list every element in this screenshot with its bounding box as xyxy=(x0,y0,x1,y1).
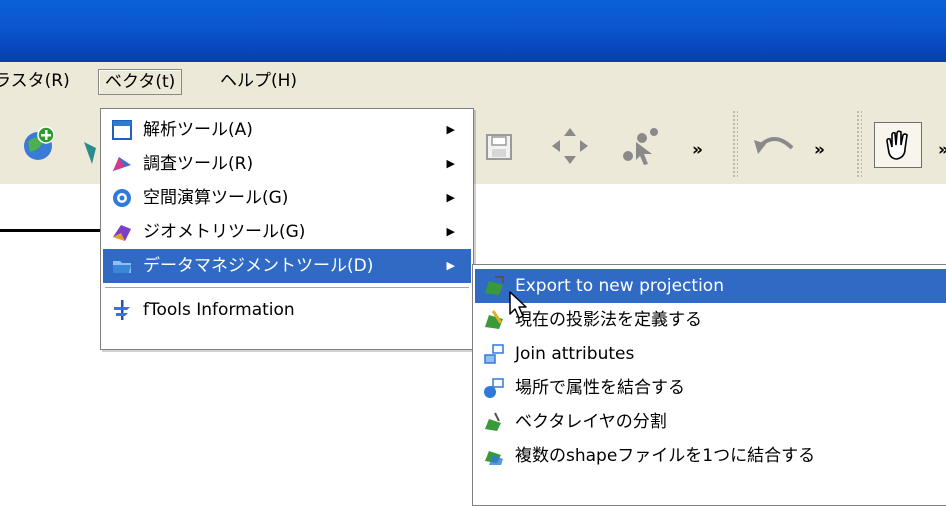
join-attributes-icon xyxy=(484,344,504,364)
menu-item-analysis-tools[interactable]: 解析ツール(A) ▶ xyxy=(103,113,471,147)
spatial-join-icon xyxy=(484,378,504,398)
move-feature-icon[interactable] xyxy=(548,124,592,168)
menu-item-label: fTools Information xyxy=(143,300,295,320)
menu-item-label: 現在の投影法を定義する xyxy=(515,310,702,330)
submenu-arrow-icon: ▶ xyxy=(446,259,455,272)
toolbar-overflow-chevron[interactable]: » xyxy=(814,140,825,160)
vector-menu: 解析ツール(A) ▶ 調査ツール(R) ▶ 空間演算ツール(G) ▶ ジオメトリ… xyxy=(100,108,474,350)
toolbar-grip[interactable] xyxy=(732,110,738,178)
menu-item-split-layer[interactable]: ベクタレイヤの分割 xyxy=(475,405,945,439)
menu-item-label: Export to new projection xyxy=(515,276,724,296)
menu-item-label: 解析ツール(A) xyxy=(143,120,253,140)
menu-item-label: 空間演算ツール(G) xyxy=(143,188,289,208)
menu-item-data-management-tools[interactable]: データマネジメントツール(D) ▶ xyxy=(103,249,471,283)
export-projection-icon xyxy=(485,276,504,295)
research-tools-icon xyxy=(113,157,131,171)
menu-item-label: ベクタレイヤの分割 xyxy=(515,412,667,432)
split-layer-icon xyxy=(485,412,501,431)
node-tool-icon[interactable] xyxy=(618,124,662,168)
data-management-submenu: Export to new projection 現在の投影法を定義する Joi… xyxy=(472,264,946,506)
save-edits-icon[interactable] xyxy=(484,132,514,162)
menu-item-export-new-projection[interactable]: Export to new projection xyxy=(475,269,946,303)
submenu-arrow-icon: ▶ xyxy=(446,157,455,170)
define-projection-icon xyxy=(485,310,503,329)
menubar: ラスタ(R) ベクタ(t) ヘルプ(H) xyxy=(0,62,946,102)
toolbar-grip[interactable] xyxy=(856,110,862,178)
submenu-arrow-icon: ▶ xyxy=(446,123,455,136)
data-management-tools-icon xyxy=(113,261,131,273)
pan-tool-button[interactable] xyxy=(874,122,922,168)
undo-icon[interactable] xyxy=(752,126,798,162)
menu-item-label: データマネジメントツール(D) xyxy=(143,256,374,276)
menu-item-define-projection[interactable]: 現在の投影法を定義する xyxy=(475,303,945,337)
menu-item-label: ジオメトリツール(G) xyxy=(143,222,306,242)
menu-item-geometry-tools[interactable]: ジオメトリツール(G) ▶ xyxy=(103,215,471,249)
submenu-arrow-icon: ▶ xyxy=(446,225,455,238)
add-wms-layer-icon[interactable] xyxy=(18,124,58,164)
menu-item-spatial-join[interactable]: 場所で属性を結合する xyxy=(475,371,945,405)
window-titlebar xyxy=(0,0,946,62)
geometry-tools-icon xyxy=(113,225,131,241)
pan-hand-icon xyxy=(886,130,908,160)
menu-vector[interactable]: ベクタ(t) xyxy=(98,69,183,95)
geoprocessing-tools-icon xyxy=(113,189,131,207)
map-feature-line xyxy=(0,229,110,232)
menu-raster[interactable]: ラスタ(R) xyxy=(0,69,76,93)
ftools-info-icon xyxy=(114,300,130,320)
merge-shapefiles-icon xyxy=(485,451,503,465)
menu-item-label: 調査ツール(R) xyxy=(143,154,254,174)
menu-help[interactable]: ヘルプ(H) xyxy=(214,69,303,93)
menu-item-join-attributes[interactable]: Join attributes xyxy=(475,337,945,371)
menu-item-label: 複数のshapeファイルを1つに結合する xyxy=(515,446,816,466)
menu-item-label: Join attributes xyxy=(515,344,635,364)
submenu-arrow-icon: ▶ xyxy=(446,191,455,204)
analysis-tools-icon xyxy=(112,120,132,140)
menu-item-ftools-information[interactable]: fTools Information xyxy=(103,293,471,327)
menu-item-geoprocessing-tools[interactable]: 空間演算ツール(G) ▶ xyxy=(103,181,471,215)
menu-separator xyxy=(105,287,469,289)
menu-item-research-tools[interactable]: 調査ツール(R) ▶ xyxy=(103,147,471,181)
toolbar-overflow-chevron[interactable]: » xyxy=(938,140,946,160)
menu-item-merge-shapefiles[interactable]: 複数のshapeファイルを1つに結合する xyxy=(475,439,945,473)
menu-item-label: 場所で属性を結合する xyxy=(515,378,685,398)
mouse-cursor-icon xyxy=(509,291,527,319)
toolbar-overflow-chevron[interactable]: » xyxy=(692,140,703,160)
partial-toolbar-icon[interactable] xyxy=(82,138,102,168)
